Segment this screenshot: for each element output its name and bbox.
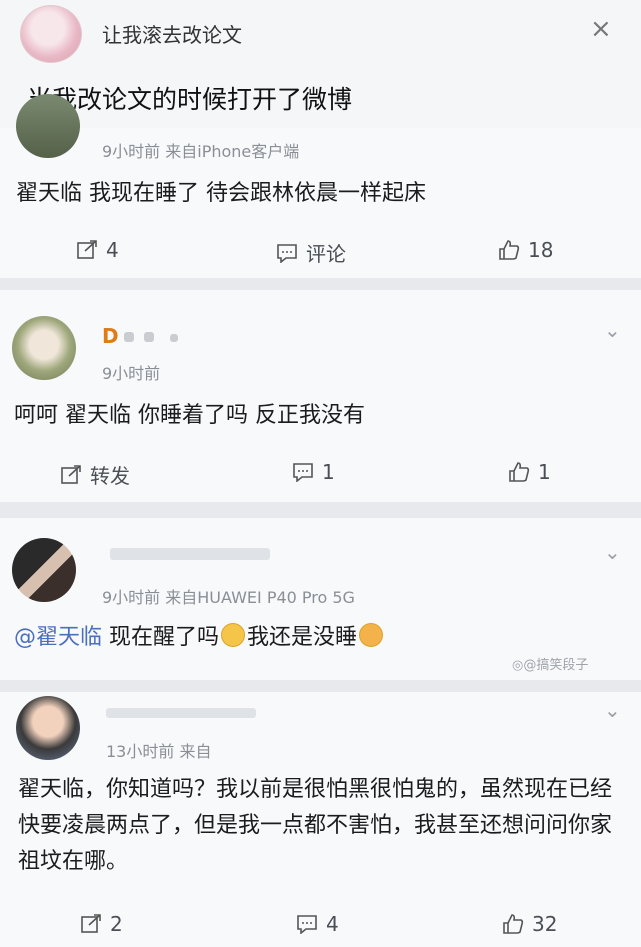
repost-count: 4: [106, 238, 119, 262]
close-icon[interactable]: ×: [590, 16, 612, 42]
chevron-down-icon[interactable]: ⌄: [604, 698, 621, 722]
mention-link[interactable]: @翟天临: [14, 625, 102, 650]
like-count: 18: [528, 238, 554, 262]
like-icon: [509, 462, 530, 482]
repost-icon: [77, 240, 97, 259]
like-icon: [499, 240, 520, 260]
repost-button[interactable]: 转发: [60, 460, 130, 489]
repost-icon: [61, 464, 81, 484]
comment-icon: [297, 915, 317, 934]
watermark: ◎@搞笑段子: [512, 658, 589, 673]
comment-text-part: 我还是没睡: [247, 625, 358, 650]
comment-card: D ⌄ 9小时前 呵呵 翟天临 你睡着了吗 反正我没有 转发 1 1: [0, 290, 641, 502]
comment-count: 1: [322, 460, 335, 484]
repost-label: 转发: [90, 464, 130, 488]
divider: [0, 502, 641, 518]
avatar[interactable]: [20, 5, 82, 63]
comment-card: 9小时前 来自iPhone客户端 翟天临 我现在睡了 待会跟林依晨一样起床 4 …: [0, 94, 641, 278]
comment-icon: [277, 243, 297, 263]
chevron-down-icon[interactable]: ⌄: [604, 540, 621, 564]
like-count: 1: [538, 460, 551, 484]
comment-icon: [293, 463, 313, 482]
comment-count: 评论: [306, 242, 346, 266]
avatar[interactable]: [12, 538, 76, 602]
header-username[interactable]: 让我滚去改论文: [102, 19, 242, 48]
blurred-name: [106, 708, 256, 718]
blurred-name: [144, 332, 154, 342]
comment-text: 翟天临，你知道吗？我以前是很怕黑很怕鬼的，虽然现在已经快要凌晨两点了，但是我一点…: [18, 777, 613, 874]
comment-button[interactable]: 4: [296, 912, 339, 936]
comment-meta: 9小时前: [102, 364, 161, 383]
like-button[interactable]: 32: [502, 912, 557, 936]
comment-meta: 9小时前 来自HUAWEI P40 Pro 5G: [102, 588, 355, 607]
repost-button[interactable]: 4: [76, 238, 119, 262]
repost-icon: [81, 914, 101, 933]
like-button[interactable]: 1: [508, 460, 551, 484]
like-count: 32: [532, 912, 558, 936]
comment-button[interactable]: 1: [292, 460, 335, 484]
emoji-icon: [359, 623, 384, 647]
comment-text: @翟天临 现在醒了吗 我还是没睡: [14, 620, 385, 656]
comment-text-part: 现在醒了吗: [102, 625, 220, 650]
blurred-name: [170, 334, 178, 342]
post-header: 让我滚去改论文 × 当我改论文的时候打开了微博: [0, 0, 641, 128]
divider: [0, 680, 641, 692]
avatar[interactable]: [16, 94, 80, 158]
like-icon: [503, 914, 524, 934]
comment-count: 4: [326, 912, 339, 936]
avatar[interactable]: [16, 696, 80, 760]
like-button[interactable]: 18: [498, 238, 553, 262]
comment-card: ⌄ 13小时前 来自 翟天临，你知道吗？我以前是很怕黑很怕鬼的，虽然现在已经快要…: [0, 692, 641, 947]
emoji-icon: [221, 623, 246, 647]
comment-meta: 9小时前 来自iPhone客户端: [102, 142, 300, 161]
comment-button[interactable]: 评论: [276, 238, 346, 267]
repost-button[interactable]: 2: [80, 912, 123, 936]
comment-text: 呵呵 翟天临 你睡着了吗 反正我没有: [14, 403, 365, 428]
blurred-name: [110, 548, 270, 560]
chevron-down-icon[interactable]: ⌄: [604, 318, 621, 342]
username[interactable]: D: [102, 324, 119, 348]
comment-text: 翟天临 我现在睡了 待会跟林依晨一样起床: [16, 181, 426, 206]
comment-meta: 13小时前 来自: [106, 742, 212, 761]
avatar[interactable]: [12, 316, 76, 380]
blurred-name: [124, 332, 134, 342]
repost-count: 2: [110, 912, 123, 936]
divider: [0, 278, 641, 290]
